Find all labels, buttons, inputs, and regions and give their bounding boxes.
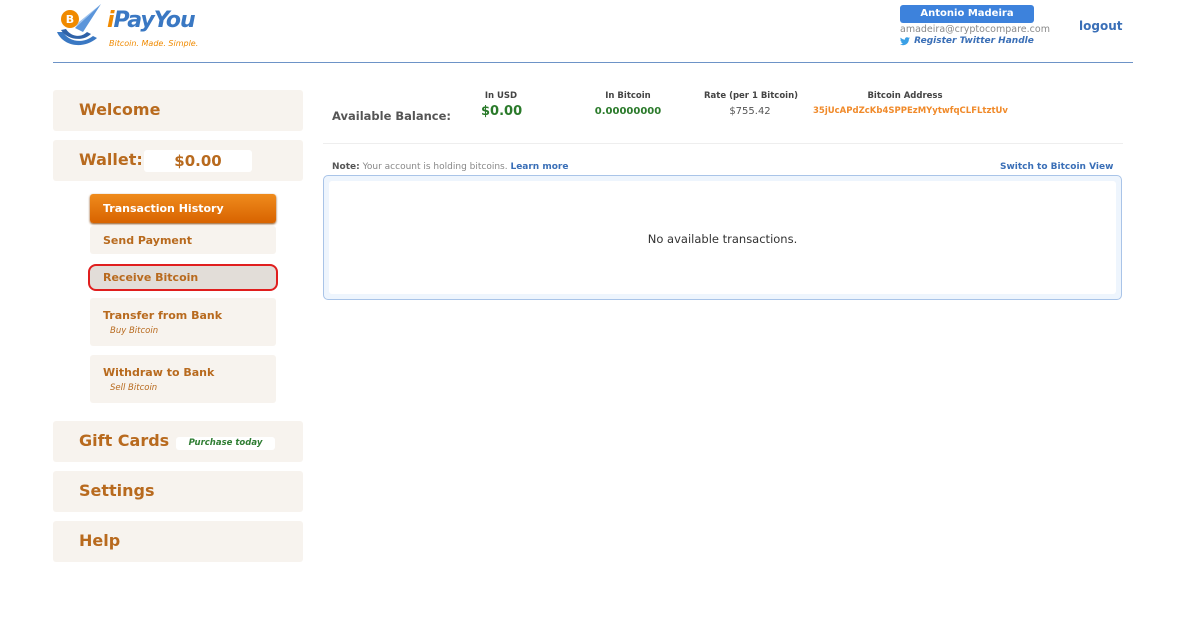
balance-btc-value: 0.00000000	[594, 106, 662, 117]
twitter-bird-icon	[900, 36, 911, 46]
brand-name: iPayYou	[107, 8, 196, 33]
account-note: Note: Your account is holding bitcoins. …	[332, 162, 568, 172]
svg-text:B: B	[66, 13, 74, 26]
note-text: Your account is holding bitcoins.	[359, 162, 511, 172]
ipayyou-logo[interactable]: B iPayYou Bitcoin. Made. Simple.	[53, 2, 213, 54]
sidebar-item-settings[interactable]: Settings	[53, 471, 303, 512]
gift-cards-badge: Purchase today	[176, 437, 275, 450]
balance-usd-header: In USD	[484, 91, 518, 101]
balance-btc-column: In Bitcoin 0.00000000	[593, 91, 663, 117]
sidebar-item-label: Transaction History	[103, 202, 224, 215]
transactions-list: No available transactions.	[329, 181, 1116, 294]
sidebar-item-settings-label: Settings	[79, 481, 155, 500]
user-email: amadeira@cryptocompare.com	[900, 24, 1050, 35]
sidebar-item-label: Receive Bitcoin	[103, 271, 199, 284]
logout-link[interactable]: logout	[1079, 19, 1122, 33]
sidebar-item-label: Transfer from Bank	[103, 309, 223, 322]
balance-usd-column: In USD $0.00	[481, 91, 523, 119]
bitcoin-address-value[interactable]: 35jUcAPdZcKb4SPPEzMYytwfqCLFLtztUv	[813, 106, 1008, 116]
sidebar-item-gift-cards-label: Gift Cards	[79, 431, 170, 450]
transactions-panel: No available transactions.	[323, 175, 1122, 300]
sidebar-item-wallet[interactable]: Wallet: $0.00	[53, 140, 303, 181]
rate-value: $755.42	[729, 106, 771, 117]
switch-to-bitcoin-view-link[interactable]: Switch to Bitcoin View	[1000, 162, 1113, 172]
sidebar-item-hint: Buy Bitcoin	[110, 326, 159, 336]
bitcoin-address-header: Bitcoin Address	[867, 91, 943, 101]
learn-more-link[interactable]: Learn more	[510, 162, 568, 172]
wallet-balance: $0.00	[144, 150, 252, 172]
balance-btc-header: In Bitcoin	[605, 91, 651, 101]
user-box: Antonio Madeira amadeira@cryptocompare.c…	[900, 5, 1050, 46]
header: B iPayYou Bitcoin. Made. Simple. Antonio…	[53, 0, 1133, 63]
sidebar-item-send-payment[interactable]: Send Payment	[90, 226, 276, 254]
sidebar-item-receive-bitcoin[interactable]: Receive Bitcoin	[88, 264, 278, 291]
register-twitter-link[interactable]: Register Twitter Handle	[900, 36, 1034, 46]
sidebar-item-welcome[interactable]: Welcome	[53, 90, 303, 131]
balance-usd-value: $0.00	[481, 104, 523, 119]
no-transactions-message: No available transactions.	[647, 232, 798, 246]
register-twitter-label: Register Twitter Handle	[914, 36, 1034, 46]
sidebar-item-help[interactable]: Help	[53, 521, 303, 562]
sidebar-item-label: Withdraw to Bank	[103, 366, 215, 379]
note-prefix: Note:	[332, 162, 360, 172]
sidebar-item-welcome-label: Welcome	[79, 100, 161, 119]
bitcoin-swoosh-logo-icon: B	[53, 2, 105, 56]
brand-name-rest: PayYou	[113, 8, 196, 33]
available-balance-label: Available Balance:	[332, 109, 451, 123]
rate-header: Rate (per 1 Bitcoin)	[704, 91, 799, 101]
sidebar-item-withdraw-to-bank[interactable]: Withdraw to Bank Sell Bitcoin	[90, 355, 276, 403]
sidebar-item-label: Send Payment	[103, 234, 192, 247]
sidebar-item-gift-cards[interactable]: Gift Cards Purchase today	[53, 421, 303, 462]
sidebar-item-hint: Sell Bitcoin	[110, 383, 158, 393]
balance-summary: Available Balance: In USD $0.00 In Bitco…	[323, 85, 1123, 144]
sidebar-item-transfer-from-bank[interactable]: Transfer from Bank Buy Bitcoin	[90, 298, 276, 346]
sidebar-item-transaction-history[interactable]: Transaction History	[90, 194, 276, 223]
rate-column: Rate (per 1 Bitcoin) $755.42	[704, 91, 799, 117]
bitcoin-address-column: Bitcoin Address 35jUcAPdZcKb4SPPEzMYytwf…	[813, 91, 1008, 116]
brand-tagline: Bitcoin. Made. Simple.	[109, 39, 199, 48]
sidebar-item-help-label: Help	[79, 531, 121, 550]
sidebar-item-wallet-label: Wallet:	[79, 150, 143, 169]
user-name-badge[interactable]: Antonio Madeira	[900, 5, 1034, 23]
